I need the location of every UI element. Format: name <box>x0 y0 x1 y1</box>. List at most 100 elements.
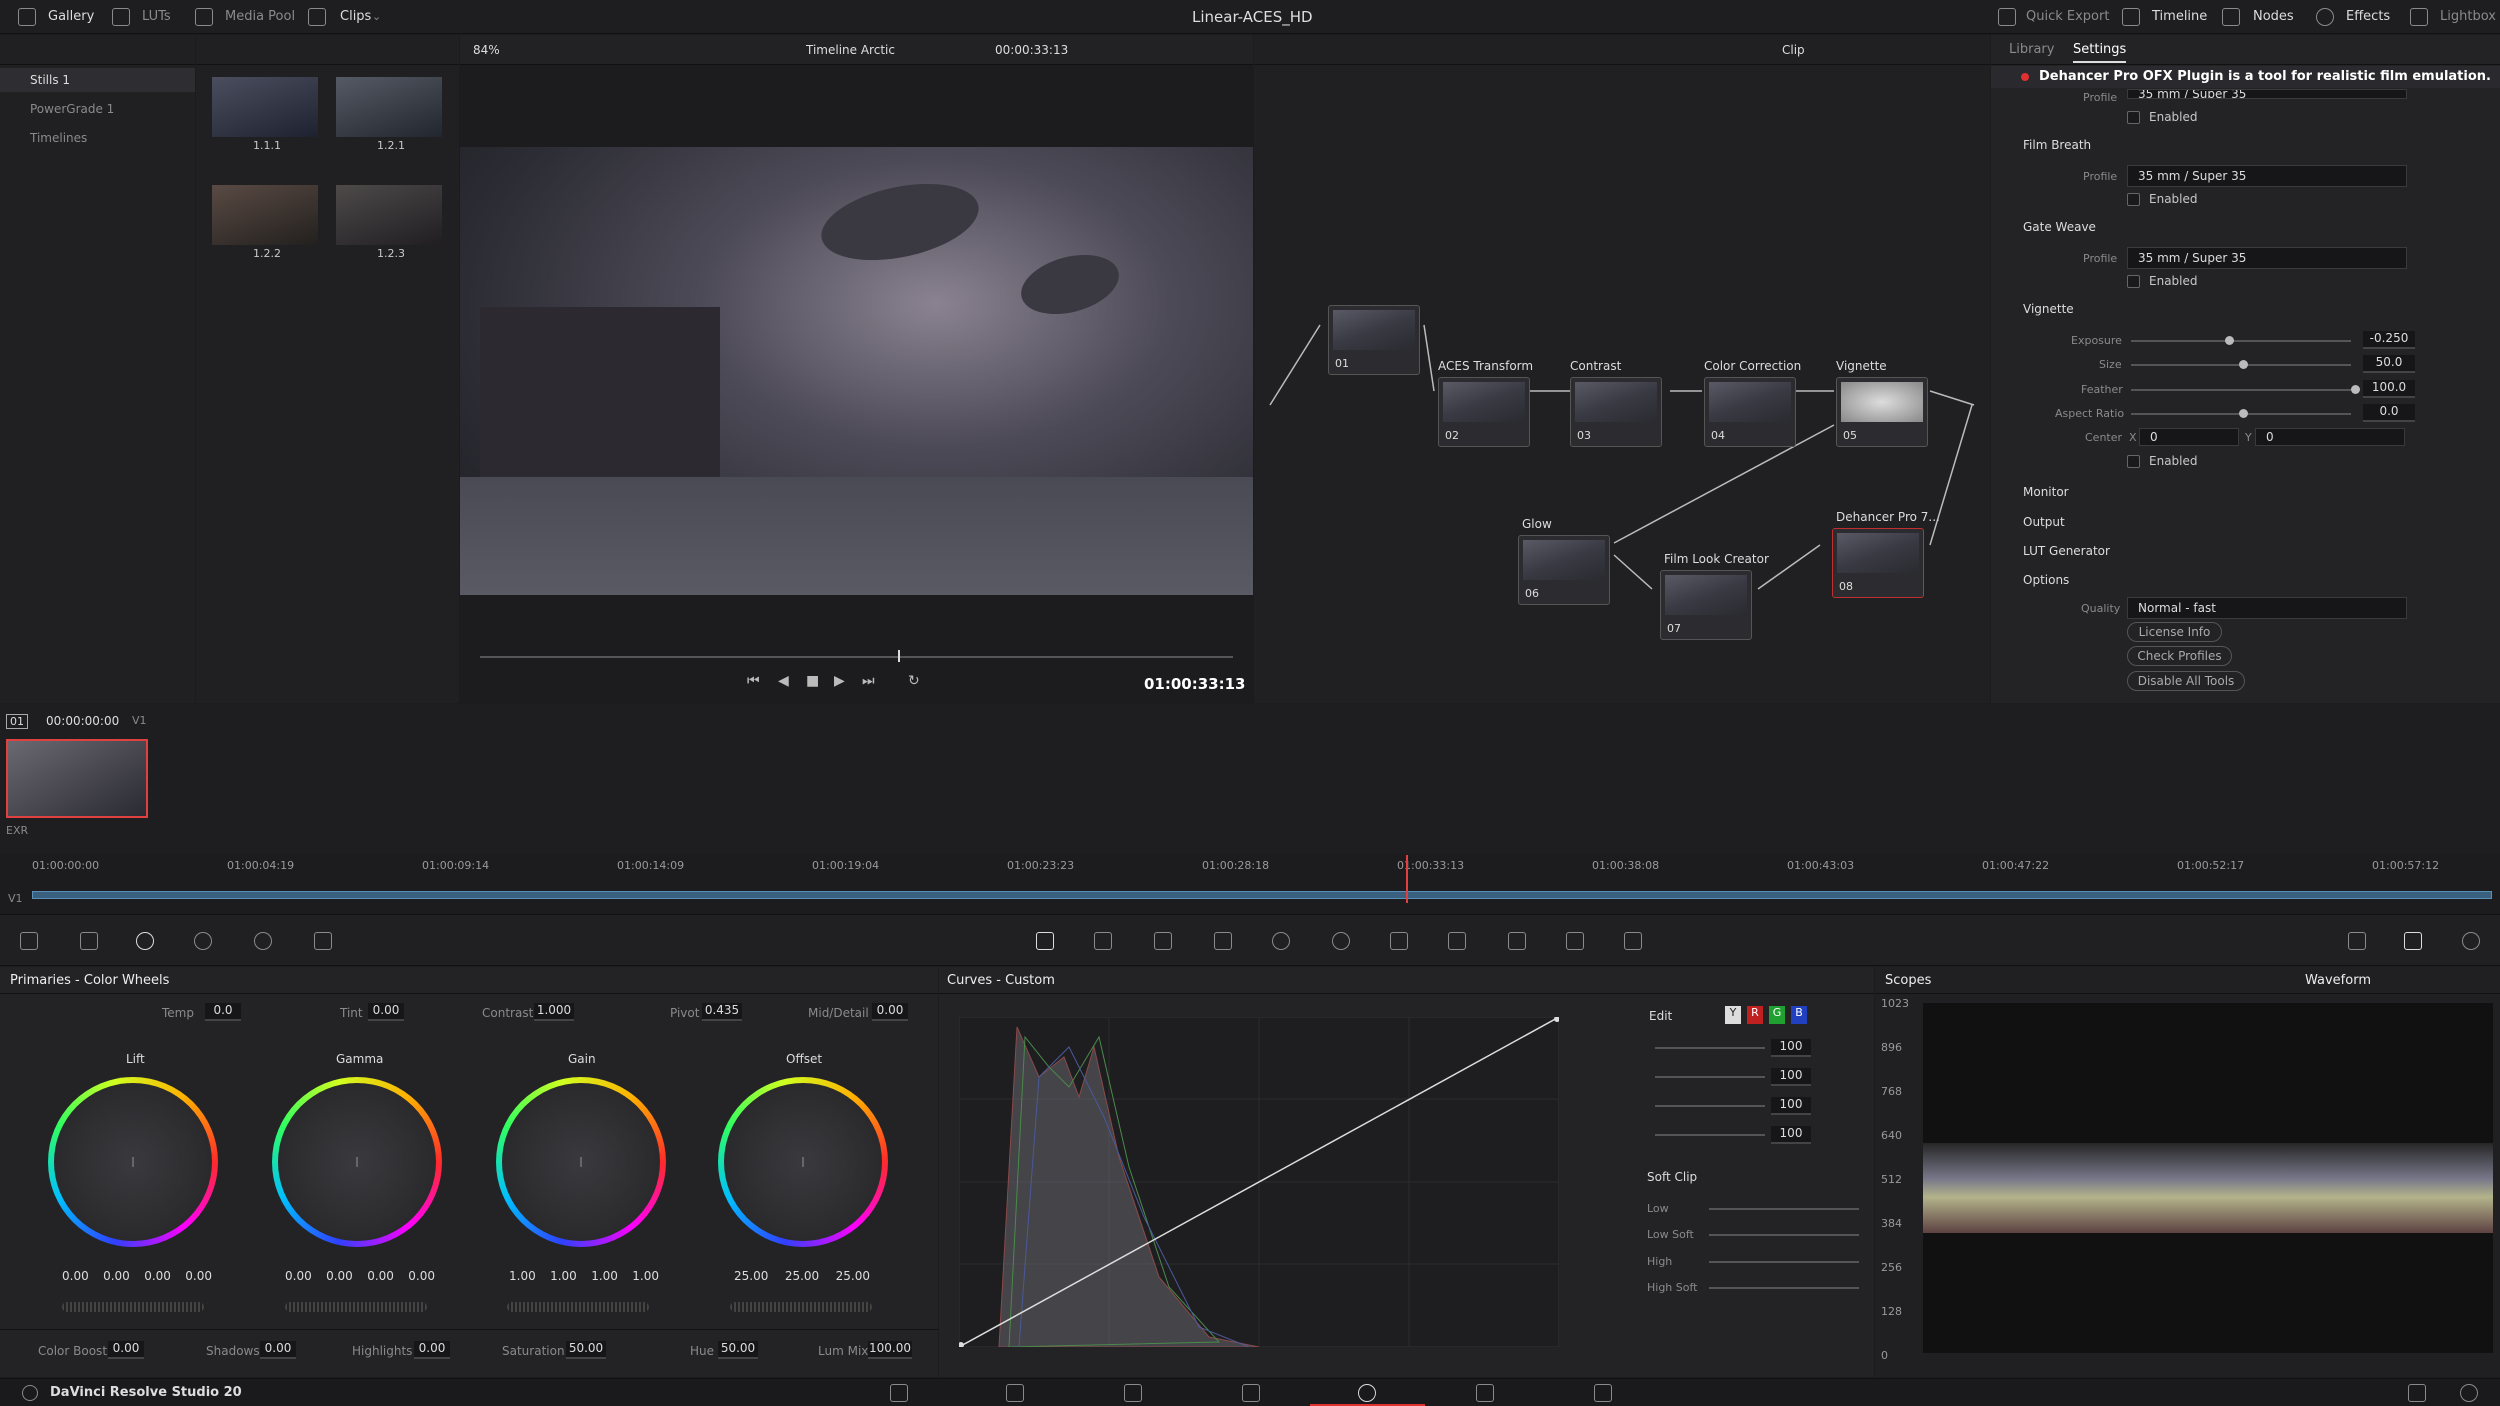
key-icon[interactable] <box>1508 932 1526 950</box>
sidebar-item-powergrade[interactable]: PowerGrade 1 <box>30 102 114 116</box>
media-pool-tab[interactable]: Media Pool <box>225 9 295 24</box>
fairlight-page-icon[interactable] <box>1476 1384 1494 1402</box>
color-warper-icon[interactable] <box>1094 932 1112 950</box>
intensity-g-field[interactable]: 100 <box>1771 1097 1811 1115</box>
gallery-tab[interactable]: Gallery <box>48 9 94 24</box>
hdr-wheels-icon[interactable] <box>194 932 212 950</box>
center-y-field[interactable]: 0 <box>2255 428 2405 446</box>
effects-button[interactable]: Effects <box>2346 9 2390 24</box>
luts-tab[interactable]: LUTs <box>142 9 171 24</box>
blur-icon[interactable] <box>1448 932 1466 950</box>
mid-detail-field[interactable]: 0.00 <box>872 1003 908 1021</box>
camera-raw-icon[interactable] <box>20 932 38 950</box>
offset-wheel[interactable] <box>718 1077 888 1247</box>
sidebar-item-timelines[interactable]: Timelines <box>30 131 87 145</box>
lightbox-button[interactable]: Lightbox <box>2440 9 2496 24</box>
gate-weave-profile-dropdown[interactable]: 35 mm / Super 35 <box>2127 247 2407 269</box>
tab-settings[interactable]: Settings <box>2073 42 2127 63</box>
qualifier-icon[interactable] <box>1154 932 1172 950</box>
lightbox-icon[interactable] <box>2410 8 2428 26</box>
enabled-checkbox[interactable] <box>2127 275 2140 288</box>
scopes-icon[interactable] <box>2404 932 2422 950</box>
intensity-b-field[interactable]: 100 <box>1771 1126 1811 1144</box>
lift-master-wheel[interactable] <box>62 1302 204 1312</box>
timeline-playhead[interactable] <box>1406 855 1408 903</box>
motion-effects-icon[interactable] <box>314 932 332 950</box>
step-back-button[interactable]: ◀ <box>778 673 789 689</box>
feather-slider[interactable] <box>2131 389 2351 391</box>
waveform-display[interactable] <box>1923 1003 2493 1353</box>
still-thumb[interactable] <box>212 185 318 245</box>
shadows-field[interactable]: 0.00 <box>260 1341 296 1359</box>
section-output[interactable]: Output <box>2023 515 2065 529</box>
gain-values[interactable]: 1.00 1.00 1.00 1.00 <box>509 1269 659 1283</box>
still-thumb[interactable] <box>336 185 442 245</box>
gain-master-wheel[interactable] <box>507 1302 649 1312</box>
aspect-ratio-value[interactable]: 0.0 <box>2363 404 2415 422</box>
section-film-breath[interactable]: Film Breath <box>2023 138 2091 152</box>
exposure-value[interactable]: -0.250 <box>2363 331 2415 349</box>
offset-values[interactable]: 25.00 25.00 25.00 <box>734 1269 870 1283</box>
scope-mode-select[interactable]: Waveform <box>2305 973 2371 988</box>
quality-dropdown[interactable]: Normal - fast <box>2127 597 2407 619</box>
timeline-icon[interactable] <box>2122 8 2140 26</box>
intensity-y-slider[interactable] <box>1655 1047 1765 1049</box>
saturation-field[interactable]: 50.00 <box>566 1341 606 1359</box>
still-thumb[interactable] <box>336 77 442 137</box>
node-07[interactable]: 07 <box>1660 570 1752 640</box>
node-02[interactable]: 02 <box>1438 377 1530 447</box>
channel-g-button[interactable]: G <box>1769 1006 1785 1024</box>
stop-button[interactable]: ■ <box>806 673 819 689</box>
stereo-icon[interactable] <box>1624 932 1642 950</box>
high-soft-slider[interactable] <box>1709 1287 1859 1289</box>
hue-field[interactable]: 50.00 <box>718 1341 758 1359</box>
pivot-field[interactable]: 0.435 <box>702 1003 742 1021</box>
gain-wheel[interactable] <box>496 1077 666 1247</box>
feather-value[interactable]: 100.0 <box>2363 380 2415 398</box>
curve-graph[interactable] <box>959 1017 1559 1347</box>
node-03[interactable]: 03 <box>1570 377 1662 447</box>
quick-export-button[interactable]: Quick Export <box>2026 9 2109 24</box>
clips-tab[interactable]: Clips <box>340 9 371 24</box>
channel-r-button[interactable]: R <box>1747 1006 1763 1024</box>
check-profiles-button[interactable]: Check Profiles <box>2127 646 2232 666</box>
info-icon[interactable] <box>2462 932 2480 950</box>
tab-library[interactable]: Library <box>2009 42 2054 57</box>
intensity-b-slider[interactable] <box>1655 1134 1765 1136</box>
node-04[interactable]: 04 <box>1704 377 1796 447</box>
channel-b-button[interactable]: B <box>1791 1006 1807 1024</box>
intensity-r-field[interactable]: 100 <box>1771 1068 1811 1086</box>
temp-field[interactable]: 0.0 <box>205 1003 241 1021</box>
intensity-y-field[interactable]: 100 <box>1771 1039 1811 1057</box>
timeline-name[interactable]: Timeline Arctic <box>806 43 895 57</box>
eyedropper-icon[interactable] <box>1214 932 1232 950</box>
section-vignette[interactable]: Vignette <box>2023 302 2074 316</box>
loop-button[interactable]: ↻ <box>908 673 920 689</box>
slider-knob[interactable] <box>2239 360 2248 369</box>
deliver-page-icon[interactable] <box>1594 1384 1612 1402</box>
color-match-icon[interactable] <box>80 932 98 950</box>
top-profile-dropdown[interactable]: 35 mm / Super 35 <box>2127 89 2407 99</box>
clips-icon[interactable] <box>308 8 326 26</box>
media-page-icon[interactable] <box>890 1384 908 1402</box>
intensity-r-slider[interactable] <box>1655 1076 1765 1078</box>
tracker-icon[interactable] <box>1332 932 1350 950</box>
playhead[interactable] <box>898 650 900 662</box>
node-08[interactable]: 08 <box>1832 528 1924 598</box>
section-gate-weave[interactable]: Gate Weave <box>2023 220 2096 234</box>
fusion-page-icon[interactable] <box>1242 1384 1260 1402</box>
curves-icon[interactable] <box>1036 932 1054 950</box>
slider-knob[interactable] <box>2351 385 2360 394</box>
section-lut-generator[interactable]: LUT Generator <box>2023 544 2110 558</box>
timeline-button[interactable]: Timeline <box>2152 9 2207 24</box>
color-boost-field[interactable]: 0.00 <box>108 1341 144 1359</box>
film-breath-profile-dropdown[interactable]: 35 mm / Super 35 <box>2127 165 2407 187</box>
lift-values[interactable]: 0.00 0.00 0.00 0.00 <box>62 1269 212 1283</box>
node-01[interactable]: 01 <box>1328 305 1420 375</box>
nodes-button[interactable]: Nodes <box>2253 9 2294 24</box>
contrast-field[interactable]: 1.000 <box>534 1003 574 1021</box>
viewer-timecode-top[interactable]: 00:00:33:13 <box>995 43 1068 57</box>
intensity-g-slider[interactable] <box>1655 1105 1765 1107</box>
mini-timeline[interactable]: 01:00:00:00 01:00:04:19 01:00:09:14 01:00:1… <box>0 855 2500 913</box>
offset-master-wheel[interactable] <box>730 1302 872 1312</box>
